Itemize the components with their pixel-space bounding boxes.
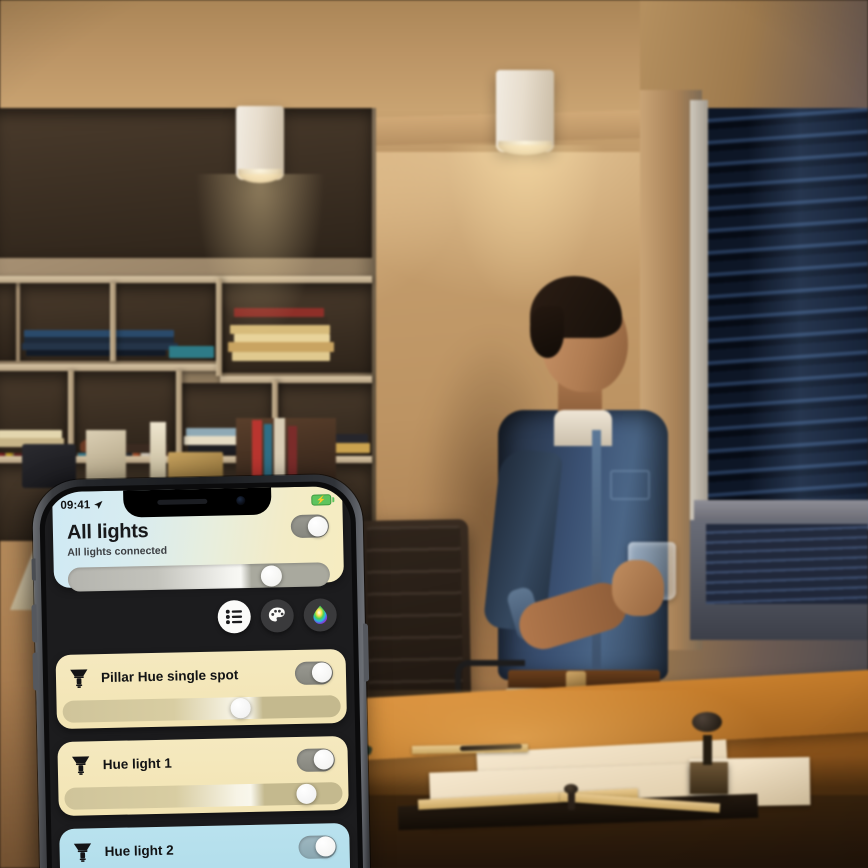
- ceiling-lamp-right: [443, 70, 607, 316]
- book-stack: [232, 317, 328, 325]
- light-card-header[interactable]: Hue light 2: [59, 823, 350, 868]
- person-hand: [612, 560, 664, 616]
- scenes-button[interactable]: [260, 599, 295, 633]
- light-toggle[interactable]: [298, 834, 337, 859]
- book-stack: [169, 346, 214, 358]
- ceiling-lamp-left: [192, 106, 328, 345]
- book-stack: [234, 308, 324, 317]
- light-card-header[interactable]: Pillar Hue single spot: [56, 649, 347, 701]
- shirt-pocket-right: [610, 470, 650, 500]
- slider-thumb[interactable]: [296, 783, 317, 805]
- shelf-divider: [176, 371, 182, 459]
- volume-up-button[interactable]: [31, 604, 38, 643]
- window: [700, 108, 868, 518]
- book-stack: [234, 334, 330, 342]
- status-time: 09:41: [60, 498, 91, 512]
- shelf-board: [0, 364, 220, 371]
- mode-button-row: [217, 598, 338, 634]
- smartphone-mockup: All lights All lights connected 09:41 ⚡ …: [31, 473, 371, 868]
- light-name: Pillar Hue single spot: [100, 666, 239, 685]
- toggle-track[interactable]: [290, 514, 330, 539]
- shelf-divider: [216, 278, 222, 376]
- shelf-row-top: [0, 108, 372, 258]
- phone-screen: All lights All lights connected 09:41 ⚡ …: [44, 485, 359, 868]
- slider-thumb[interactable]: [261, 564, 283, 587]
- battery-body: ⚡: [311, 494, 332, 506]
- book-stack: [0, 430, 62, 438]
- spot-bulb-icon: [72, 756, 90, 775]
- light-name: Hue light 2: [104, 842, 174, 859]
- book-stack: [24, 330, 174, 337]
- light-card[interactable]: Hue light 2: [59, 822, 351, 868]
- battery-tip: [332, 497, 335, 503]
- palette-icon: [268, 607, 285, 622]
- light-name: Hue light 1: [102, 755, 172, 772]
- toggle-knob: [314, 836, 336, 857]
- volume-down-button[interactable]: [32, 652, 39, 691]
- stamp-stem: [703, 735, 712, 765]
- color-droplet-icon: [313, 605, 328, 624]
- toggle-knob: [311, 662, 332, 683]
- toggle-knob: [307, 515, 328, 537]
- location-arrow-icon: [94, 500, 103, 509]
- lamp-body: [496, 70, 554, 152]
- shelf-board: [0, 276, 372, 283]
- spot-bulb-icon: [73, 843, 92, 862]
- light-brightness-slider[interactable]: [62, 695, 341, 723]
- all-lights-brightness-slider[interactable]: [67, 562, 331, 592]
- light-card[interactable]: Hue light 1: [57, 735, 349, 817]
- spot-bulb-icon: [70, 669, 88, 688]
- light-card[interactable]: Pillar Hue single spot: [55, 648, 347, 730]
- light-brightness-slider[interactable]: [64, 782, 343, 810]
- light-card-list: Pillar Hue single spot Hue light 1 Hue lig…: [55, 648, 351, 868]
- charging-bolt-icon: ⚡: [316, 494, 327, 505]
- stamp-knob: [692, 712, 722, 732]
- book-stack: [230, 325, 330, 334]
- slider-thumb[interactable]: [230, 697, 251, 719]
- book-stack: [26, 350, 166, 356]
- book-stack: [228, 342, 334, 352]
- all-lights-toggle[interactable]: [290, 514, 330, 539]
- stamp-base: [690, 762, 728, 794]
- battery-charging-icon: ⚡: [311, 494, 335, 506]
- book: [274, 418, 285, 484]
- pin-head: [564, 784, 578, 794]
- shelf-board: [220, 376, 372, 383]
- book-stack: [232, 352, 330, 361]
- list-view-button[interactable]: [217, 599, 252, 634]
- person-undershirt: [554, 410, 612, 446]
- book: [252, 420, 262, 484]
- blinds-highlight: [748, 108, 868, 518]
- color-picker-button[interactable]: [303, 598, 338, 632]
- book-stack: [22, 343, 178, 350]
- toggle-knob: [313, 749, 334, 770]
- shirt-placket: [592, 430, 601, 678]
- light-toggle[interactable]: [296, 747, 335, 772]
- light-card-header[interactable]: Hue light 1: [57, 736, 348, 788]
- shelf-divider: [110, 283, 116, 361]
- silent-switch[interactable]: [31, 558, 36, 581]
- shelf-cubby: [0, 283, 16, 361]
- light-toggle[interactable]: [294, 660, 334, 685]
- status-bar-left: 09:41: [60, 498, 103, 512]
- person-hair-side: [530, 306, 564, 358]
- decor-candle: [150, 422, 166, 486]
- list-icon: [225, 609, 243, 625]
- window-lower-blinds: [706, 524, 868, 604]
